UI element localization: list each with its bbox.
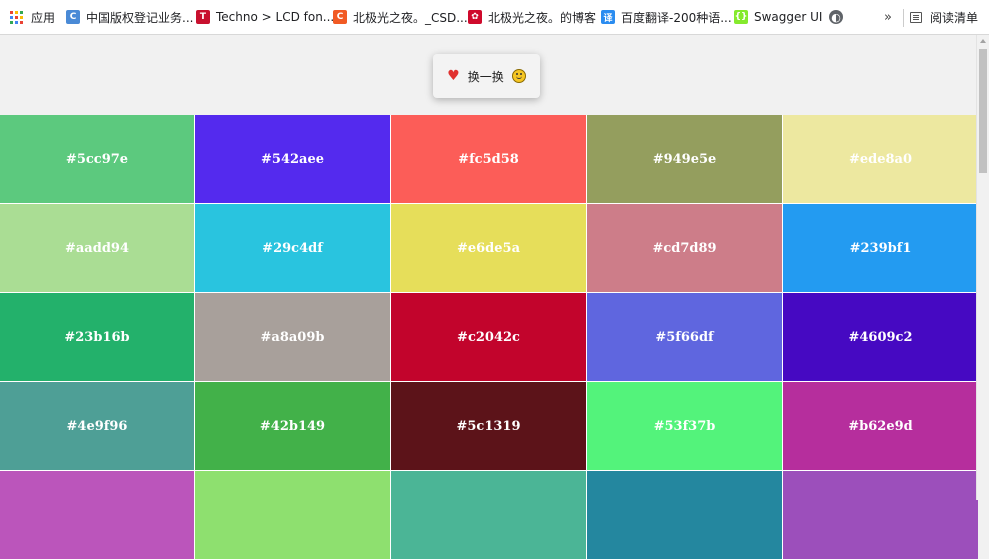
color-swatch[interactable]: #cd7d89 [587, 204, 782, 292]
color-swatch[interactable]: #5cc97e [0, 115, 194, 203]
color-hex-label: #4609c2 [848, 329, 913, 345]
color-hex-label: #53f37b [653, 418, 716, 434]
color-swatch[interactable]: #29c4df [195, 204, 390, 292]
color-swatch[interactable]: #5f66df [587, 293, 782, 381]
color-swatch[interactable]: #42b149 [195, 382, 390, 470]
bookmark-label: Techno > LCD fon... [216, 10, 335, 24]
color-swatch[interactable]: #a8a09b [195, 293, 390, 381]
bookmark-label: 北极光之夜。的博客 [488, 10, 597, 25]
color-hex-label: #a8a09b [260, 329, 325, 345]
bookmark-label: 中国版权登记业务... [86, 10, 194, 25]
techno-logo-icon: T [196, 10, 210, 24]
more-bookmarks-chevron-icon[interactable]: » [884, 3, 892, 31]
color-swatch[interactable] [587, 471, 782, 559]
color-swatch[interactable]: #23b16b [0, 293, 194, 381]
shuffle-button-label: 换一换 [467, 69, 504, 84]
bookmarks-bar: 应用 C 中国版权登记业务... T Techno > LCD fon... C 北极光之… [0, 0, 989, 35]
color-hex-label: #cd7d89 [652, 240, 717, 256]
color-hex-label: #c2042c [457, 329, 520, 345]
bookmark-item[interactable]: ◐ [823, 3, 855, 31]
bookmark-item[interactable]: ✿ 北极光之夜。的博客 [462, 3, 602, 31]
color-hex-label: #542aee [261, 151, 324, 167]
scroll-up-arrow-icon[interactable] [980, 39, 986, 43]
shuffle-colors-button[interactable]: ♥ 换一换 [433, 54, 540, 98]
color-swatch[interactable]: #b62e9d [783, 382, 978, 470]
color-hex-label: #fc5d58 [458, 151, 519, 167]
reading-list-button[interactable]: 阅读清单 [910, 3, 978, 31]
color-swatch[interactable]: #4609c2 [783, 293, 978, 381]
color-hex-label: #5cc97e [65, 151, 129, 167]
color-swatch[interactable]: #53f37b [587, 382, 782, 470]
apps-grid-icon [10, 10, 23, 24]
bookmark-apps[interactable]: 应用 [4, 3, 61, 31]
color-swatch[interactable]: #542aee [195, 115, 390, 203]
bookmark-label: 应用 [31, 10, 56, 25]
color-swatch[interactable]: #c2042c [391, 293, 586, 381]
color-hex-label: #4e9f96 [66, 418, 128, 434]
bookmark-item[interactable]: T Techno > LCD fon... [190, 3, 340, 31]
bookmark-label: Swagger UI [754, 10, 823, 24]
color-swatch[interactable]: #fc5d58 [391, 115, 586, 203]
bookmark-item[interactable]: {} Swagger UI [728, 3, 828, 31]
baidu-translate-icon: 译 [601, 10, 615, 24]
color-swatch[interactable]: #949e5e [587, 115, 782, 203]
color-swatch[interactable]: #aadd94 [0, 204, 194, 292]
bookmark-label: 百度翻译-200种语... [621, 10, 732, 25]
huawei-logo-icon: ✿ [468, 10, 482, 24]
color-hex-label: #5c1319 [456, 418, 521, 434]
color-hex-label: #42b149 [259, 418, 326, 434]
color-swatch[interactable]: #239bf1 [783, 204, 978, 292]
color-hex-label: #aadd94 [64, 240, 129, 256]
bookmark-item[interactable]: C 北极光之夜。_CSD... [327, 3, 474, 31]
globe-icon: ◐ [829, 10, 843, 24]
color-swatch[interactable]: #5c1319 [391, 382, 586, 470]
bookmark-label: 北极光之夜。_CSD... [353, 10, 468, 25]
copyright-c-icon: C [66, 10, 80, 24]
vertical-scrollbar[interactable] [976, 35, 989, 500]
color-swatch[interactable] [195, 471, 390, 559]
reading-list-label: 阅读清单 [930, 10, 979, 25]
color-swatch-grid: #5cc97e #542aee #fc5d58 #949e5e #ede8a0 #aadd… [0, 115, 978, 559]
color-hex-label: #949e5e [652, 151, 717, 167]
bookmarks-divider [903, 9, 904, 27]
swagger-icon: {} [734, 10, 748, 24]
color-hex-label: #29c4df [262, 240, 323, 256]
color-hex-label: #b62e9d [848, 418, 913, 434]
bookmark-item[interactable]: 译百度翻译-200种语... [595, 3, 738, 31]
color-swatch[interactable]: #ede8a0 [783, 115, 978, 203]
color-hex-label: #e6de5a [456, 240, 521, 256]
color-swatch[interactable]: #4e9f96 [0, 382, 194, 470]
scrollbar-thumb[interactable] [979, 49, 987, 173]
heart-icon: ♥ [447, 68, 460, 84]
color-swatch[interactable] [783, 471, 978, 559]
color-swatch[interactable]: #e6de5a [391, 204, 586, 292]
color-hex-label: #5f66df [655, 329, 714, 345]
color-swatch[interactable] [391, 471, 586, 559]
color-hex-label: #ede8a0 [848, 151, 913, 167]
color-hex-label: #23b16b [64, 329, 130, 345]
bookmark-item[interactable]: C 中国版权登记业务... [60, 3, 199, 31]
smiley-icon [511, 69, 526, 83]
csdn-c-icon: C [333, 10, 347, 24]
reading-list-icon [910, 11, 922, 23]
color-hex-label: #239bf1 [849, 240, 912, 256]
color-swatch[interactable] [0, 471, 194, 559]
